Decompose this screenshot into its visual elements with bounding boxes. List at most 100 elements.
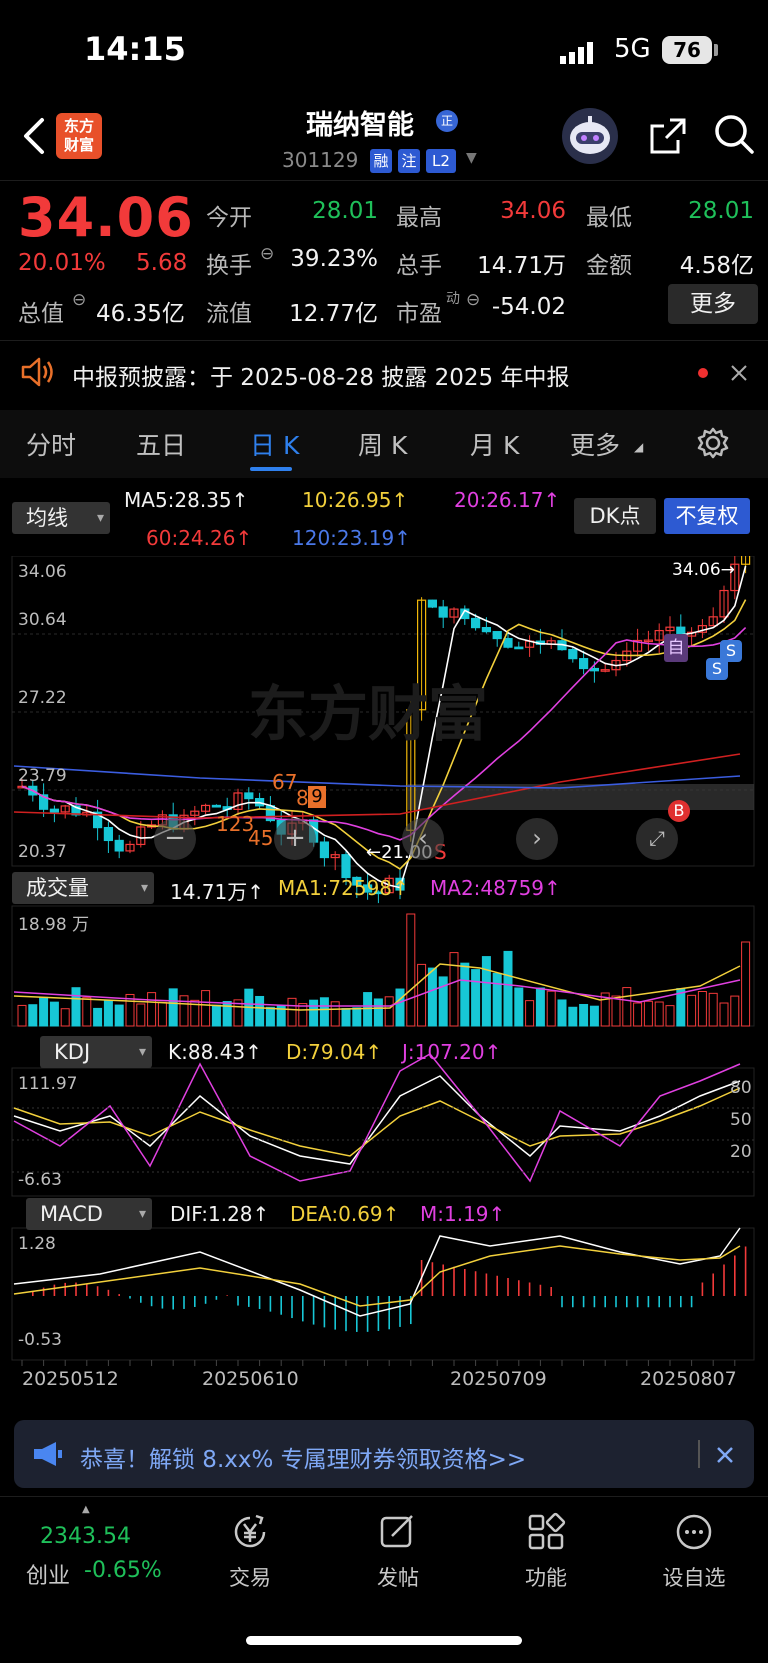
y-label: 23.79 — [18, 766, 67, 786]
candle-body — [589, 667, 600, 672]
more-tab-arrow-icon: ◢ — [634, 440, 644, 454]
volume-bar — [481, 956, 491, 1027]
y-label: 27.22 — [18, 688, 67, 708]
volume-bar — [103, 999, 113, 1027]
volume-bar — [60, 1008, 70, 1027]
info-icon[interactable]: ⊖ — [72, 290, 86, 310]
volume-bar — [319, 997, 329, 1027]
close-icon[interactable] — [730, 364, 748, 382]
kdj-top-label: 111.97 — [18, 1074, 78, 1094]
volume-max-label: 18.98 万 — [18, 915, 90, 935]
amount-value: 4.58亿 — [679, 253, 754, 279]
tag-registered: 注 — [398, 149, 420, 173]
kdj-selector[interactable]: KDJ — [40, 1036, 152, 1068]
volume-bar — [557, 999, 567, 1027]
expand-up-icon[interactable]: ▲ — [82, 1504, 90, 1515]
zoom-in-button[interactable]: + — [274, 818, 316, 860]
volume-bar — [71, 987, 81, 1027]
volume-bar — [406, 913, 416, 1027]
volume-bar — [665, 1005, 675, 1027]
volume-label: 总手 — [396, 253, 442, 279]
kdj-50-label: 50 — [730, 1110, 752, 1130]
index-value[interactable]: 2343.54 — [40, 1524, 131, 1549]
volume-bar — [492, 972, 502, 1027]
ma120-value: 120:23.19↑ — [292, 526, 411, 550]
tab-more[interactable]: 更多 — [570, 426, 620, 462]
volume-bar — [741, 941, 751, 1027]
tag-margin: 融 — [370, 149, 392, 173]
candle-body — [481, 626, 491, 633]
chevron-down-icon[interactable]: ▼ — [466, 150, 477, 166]
speaker-icon — [21, 357, 53, 387]
volume-bar — [201, 990, 211, 1027]
volume-selector[interactable]: 成交量 — [12, 872, 154, 904]
volume-bar — [579, 1003, 589, 1027]
volume-bar — [589, 1005, 599, 1027]
signal-zi: 自 — [664, 634, 688, 662]
battery-icon: 76 — [662, 36, 712, 64]
more-button[interactable]: 更多 — [668, 284, 758, 324]
promo-text[interactable]: 恭喜！解锁 8.xx% 专属理财券领取资格>> — [80, 1440, 526, 1474]
volume-bar — [654, 1001, 664, 1027]
nav-post[interactable]: 发帖 — [358, 1512, 438, 1592]
macd-selector[interactable]: MACD — [26, 1198, 152, 1230]
app-logo[interactable]: 东方 财富 — [56, 113, 102, 159]
kdj-k-line — [13, 1075, 741, 1165]
info-icon[interactable]: ⊖ — [260, 244, 274, 264]
turnover-label: 换手 — [206, 253, 252, 279]
volume-bar — [49, 1001, 59, 1027]
tab-daily-k[interactable]: 日 K — [250, 426, 299, 462]
tag-l2: L2 — [426, 149, 456, 173]
volume-bar — [471, 969, 481, 1027]
scroll-left-button[interactable]: ‹ — [402, 818, 444, 860]
nav-watchlist-label: 设自选 — [662, 1566, 726, 1590]
volume-bar — [39, 996, 49, 1027]
macd-dif-line — [13, 1227, 741, 1317]
assistant-avatar[interactable] — [562, 108, 618, 164]
volume-ma2: MA2:48759↑ — [430, 876, 561, 900]
nav-functions[interactable]: 功能 — [506, 1512, 586, 1592]
macd-top-label: 1.28 — [18, 1234, 56, 1254]
indicator-selector[interactable]: 均线 — [12, 502, 110, 534]
low-label: 最低 — [586, 205, 632, 231]
adjust-button[interactable]: 不复权 — [664, 498, 750, 534]
open-value: 28.01 — [312, 198, 378, 224]
float-label: 流值 — [206, 301, 252, 327]
back-icon[interactable] — [16, 112, 56, 160]
tab-five-day[interactable]: 五日 — [136, 426, 186, 462]
scroll-right-button[interactable]: › — [516, 818, 558, 860]
share-icon[interactable] — [648, 116, 688, 156]
notice-text[interactable]: 中报预披露：于 2025-08-28 披露 2025 年中报 — [72, 358, 569, 392]
search-icon[interactable] — [712, 112, 756, 156]
tab-weekly-k[interactable]: 周 K — [358, 426, 407, 462]
close-icon[interactable] — [716, 1446, 734, 1464]
date-label: 20250807 — [640, 1368, 737, 1390]
signal-icon — [560, 42, 593, 64]
marker-9: 9 — [308, 786, 326, 808]
zoom-out-button[interactable]: − — [154, 818, 196, 860]
nav-watchlist[interactable]: 设自选 — [654, 1512, 734, 1592]
signal-s: S — [720, 640, 742, 662]
gear-icon[interactable] — [696, 426, 730, 460]
volume-bar — [179, 995, 189, 1027]
kdj-d: D:79.04↑ — [286, 1040, 383, 1064]
volume-bar — [697, 990, 707, 1027]
current-price: 34.06 — [18, 186, 194, 249]
volume-bar — [352, 1007, 362, 1027]
volume-bar — [633, 1002, 643, 1027]
kdj-20-label: 20 — [730, 1142, 752, 1162]
volume-bar — [222, 1000, 232, 1027]
volume-bar — [114, 1004, 124, 1027]
info-icon[interactable]: ⊖ — [466, 290, 480, 310]
flag-badge: 正 — [436, 110, 458, 132]
tab-monthly-k[interactable]: 月 K — [470, 426, 519, 462]
kdj-frame — [11, 1067, 755, 1197]
dk-point-button[interactable]: DK点 — [574, 498, 656, 534]
yuan-icon — [234, 1514, 266, 1548]
volume-bar — [460, 962, 470, 1027]
volume-bar — [341, 1008, 351, 1027]
tab-intraday[interactable]: 分时 — [26, 426, 76, 462]
fullscreen-button[interactable]: ⤢ — [636, 818, 678, 860]
marker-8: 8 — [296, 786, 309, 810]
nav-trade[interactable]: 交易 — [210, 1512, 290, 1592]
